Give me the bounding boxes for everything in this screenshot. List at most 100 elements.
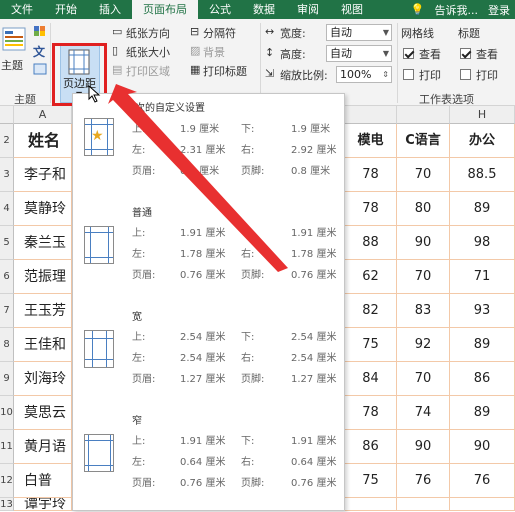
- gridlines-print-checkbox[interactable]: [403, 69, 414, 80]
- margin-value-text: 2.31 厘米: [180, 145, 226, 156]
- row-header[interactable]: 6: [0, 260, 14, 294]
- row-header[interactable]: 9: [0, 362, 14, 396]
- score-cell[interactable]: 78: [345, 396, 397, 430]
- score-cell[interactable]: 71: [450, 260, 515, 294]
- score-cell[interactable]: 76: [397, 464, 450, 498]
- gridlines-print-label: 打印: [419, 69, 441, 82]
- score-cell[interactable]: 78: [345, 192, 397, 226]
- select-all-corner[interactable]: [0, 106, 14, 124]
- headings-view-checkbox[interactable]: [460, 48, 471, 59]
- breaks-button[interactable]: 分隔符: [203, 25, 236, 41]
- print-titles-button[interactable]: 打印标题: [203, 63, 247, 79]
- score-cell[interactable]: 90: [450, 430, 515, 464]
- name-cell[interactable]: 王佳和: [14, 328, 72, 362]
- name-cell[interactable]: 莫静玲: [14, 192, 72, 226]
- score-cell[interactable]: 78: [345, 158, 397, 192]
- subject-header-cell[interactable]: C语言: [397, 124, 450, 158]
- name-cell[interactable]: 白普: [14, 464, 72, 498]
- margin-value-text: 下:: [241, 436, 255, 447]
- margin-value-text: 右:: [241, 145, 255, 156]
- orientation-button[interactable]: 纸张方向: [126, 25, 170, 41]
- background-button[interactable]: 背景: [203, 44, 225, 60]
- score-cell[interactable]: 75: [345, 328, 397, 362]
- row-header[interactable]: 11: [0, 430, 14, 464]
- login-link[interactable]: 登录: [483, 2, 515, 18]
- name-cell[interactable]: 范振理: [14, 260, 72, 294]
- tab-file[interactable]: 文件: [0, 0, 44, 19]
- row-header[interactable]: 7: [0, 294, 14, 328]
- score-cell[interactable]: 90: [397, 226, 450, 260]
- row-header[interactable]: 10: [0, 396, 14, 430]
- print-area-button[interactable]: 打印区域: [126, 63, 170, 79]
- score-cell[interactable]: 89: [450, 328, 515, 362]
- score-cell[interactable]: 93: [450, 294, 515, 328]
- tab-page-layout[interactable]: 页面布局: [132, 0, 198, 19]
- margins-dropdown: 上次的自定义设置 ★ 普通 宽 窄 上: 1.9 厘米 下: 1.9 厘米 左:…: [72, 93, 345, 511]
- height-select[interactable]: 自动 ▼: [326, 45, 392, 62]
- scale-spinner[interactable]: 100% ⇕: [336, 66, 392, 83]
- tell-me-search[interactable]: 告诉我...: [430, 2, 484, 18]
- score-cell[interactable]: 86: [345, 430, 397, 464]
- gridlines-view-checkbox[interactable]: [403, 48, 414, 59]
- score-cell[interactable]: 70: [397, 362, 450, 396]
- name-cell[interactable]: 王玉芳: [14, 294, 72, 328]
- row-header[interactable]: 8: [0, 328, 14, 362]
- margin-value-text: 1.9 厘米: [291, 124, 331, 135]
- tab-view[interactable]: 视图: [330, 0, 374, 19]
- score-cell[interactable]: 86: [450, 362, 515, 396]
- tab-review[interactable]: 审阅: [286, 0, 330, 19]
- score-cell[interactable]: 70: [397, 158, 450, 192]
- score-cell[interactable]: 90: [397, 430, 450, 464]
- score-cell[interactable]: 82: [345, 294, 397, 328]
- score-cell[interactable]: 62: [345, 260, 397, 294]
- score-cell[interactable]: 74: [397, 396, 450, 430]
- subject-header-cell[interactable]: 模电: [345, 124, 397, 158]
- score-cell[interactable]: 88: [345, 226, 397, 260]
- margin-value-text: 页眉:: [132, 374, 156, 385]
- score-cell[interactable]: 70: [397, 260, 450, 294]
- tab-insert[interactable]: 插入: [88, 0, 132, 19]
- tab-home[interactable]: 开始: [44, 0, 88, 19]
- colors-icon[interactable]: [33, 25, 47, 37]
- tab-formulas[interactable]: 公式: [198, 0, 242, 19]
- name-cell[interactable]: 刘海玲: [14, 362, 72, 396]
- column-header-a[interactable]: A: [14, 106, 72, 124]
- headings-print-checkbox[interactable]: [460, 69, 471, 80]
- score-cell[interactable]: [397, 498, 450, 511]
- row-header[interactable]: 5: [0, 226, 14, 260]
- column-header-f[interactable]: [345, 106, 397, 124]
- row-header[interactable]: 2: [0, 124, 14, 158]
- name-cell[interactable]: 李子和: [14, 158, 72, 192]
- effects-icon[interactable]: [33, 63, 47, 75]
- score-cell[interactable]: 75: [345, 464, 397, 498]
- score-cell[interactable]: 84: [345, 362, 397, 396]
- themes-button[interactable]: 主题: [0, 21, 28, 79]
- subject-header-cell[interactable]: 办公: [450, 124, 515, 158]
- score-cell[interactable]: 88.5: [450, 158, 515, 192]
- name-cell[interactable]: 谭宇玲: [14, 498, 72, 511]
- score-cell[interactable]: [345, 498, 397, 511]
- score-cell[interactable]: [450, 498, 515, 511]
- score-cell[interactable]: 89: [450, 192, 515, 226]
- name-cell[interactable]: 莫思云: [14, 396, 72, 430]
- fonts-icon[interactable]: 文: [33, 43, 47, 59]
- row-header[interactable]: 13: [0, 498, 14, 511]
- column-header-name[interactable]: 姓名: [14, 124, 72, 158]
- score-cell[interactable]: 89: [450, 396, 515, 430]
- row-header[interactable]: 12: [0, 464, 14, 498]
- score-cell[interactable]: 83: [397, 294, 450, 328]
- name-cell[interactable]: 秦兰玉: [14, 226, 72, 260]
- width-select[interactable]: 自动 ▼: [326, 24, 392, 41]
- row-header[interactable]: 3: [0, 158, 14, 192]
- score-cell[interactable]: 80: [397, 192, 450, 226]
- orientation-icon: ▭: [112, 25, 123, 38]
- column-header-g[interactable]: [397, 106, 450, 124]
- name-cell[interactable]: 黄月语: [14, 430, 72, 464]
- row-header[interactable]: 4: [0, 192, 14, 226]
- score-cell[interactable]: 76: [450, 464, 515, 498]
- tab-data[interactable]: 数据: [242, 0, 286, 19]
- size-button[interactable]: 纸张大小: [126, 44, 170, 60]
- column-header-h[interactable]: H: [450, 106, 515, 124]
- score-cell[interactable]: 92: [397, 328, 450, 362]
- score-cell[interactable]: 98: [450, 226, 515, 260]
